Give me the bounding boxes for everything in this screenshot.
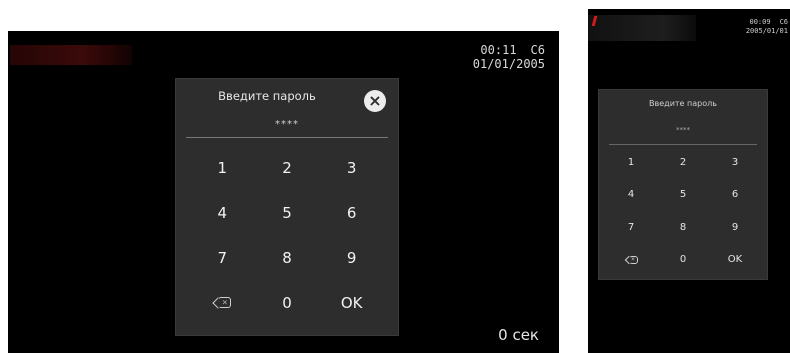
dvr-screen-small: 00:09 C6 2005/01/01 Введите пароль **** 1… — [588, 9, 790, 353]
key-4[interactable]: 4 — [190, 190, 255, 235]
numeric-keypad: 1 2 3 4 5 6 7 8 9 × 0 OK — [605, 146, 761, 276]
key-6[interactable]: 6 — [709, 179, 761, 212]
channel-readout: C6 — [779, 18, 788, 26]
key-8[interactable]: 8 — [255, 235, 320, 280]
logo-banner — [10, 45, 132, 65]
status-overlay: 00:11 C6 01/01/2005 — [466, 43, 545, 71]
key-8[interactable]: 8 — [657, 211, 709, 244]
key-5[interactable]: 5 — [657, 179, 709, 212]
date-readout: 01/01/2005 — [472, 57, 545, 71]
backspace-button[interactable]: × — [190, 280, 255, 325]
status-overlay: 00:09 C6 2005/01/01 — [740, 18, 788, 36]
dvr-screen-large: 00:11 C6 01/01/2005 Введите пароль × ****… — [8, 31, 559, 353]
logo-banner — [588, 15, 696, 41]
password-field[interactable]: **** — [176, 119, 398, 130]
key-9[interactable]: 9 — [319, 235, 384, 280]
key-3[interactable]: 3 — [319, 145, 384, 190]
password-dialog: Введите пароль **** 1 2 3 4 5 6 7 8 9 × … — [598, 89, 768, 280]
key-2[interactable]: 2 — [255, 145, 320, 190]
backspace-button[interactable]: × — [605, 244, 657, 277]
date-readout: 2005/01/01 — [745, 27, 788, 35]
key-5[interactable]: 5 — [255, 190, 320, 235]
close-icon[interactable]: × — [364, 90, 386, 112]
key-2[interactable]: 2 — [657, 146, 709, 179]
backspace-icon: × — [628, 255, 638, 264]
key-4[interactable]: 4 — [605, 179, 657, 212]
key-6[interactable]: 6 — [319, 190, 384, 235]
dialog-title: Введите пароль — [218, 89, 316, 103]
key-7[interactable]: 7 — [190, 235, 255, 280]
ok-button[interactable]: OK — [709, 244, 761, 277]
countdown-label: 0 сек — [498, 326, 539, 344]
key-1[interactable]: 1 — [190, 145, 255, 190]
ok-button[interactable]: OK — [319, 280, 384, 325]
key-1[interactable]: 1 — [605, 146, 657, 179]
key-3[interactable]: 3 — [709, 146, 761, 179]
channel-readout: C6 — [530, 43, 545, 57]
password-dialog: Введите пароль × **** 1 2 3 4 5 6 7 8 9 … — [175, 78, 399, 336]
divider — [609, 144, 757, 145]
password-field[interactable]: **** — [599, 126, 767, 134]
time-readout: 00:09 — [749, 18, 771, 26]
dialog-title: Введите пароль — [649, 99, 717, 108]
backspace-icon: × — [218, 297, 232, 308]
key-7[interactable]: 7 — [605, 211, 657, 244]
key-0[interactable]: 0 — [255, 280, 320, 325]
numeric-keypad: 1 2 3 4 5 6 7 8 9 × 0 OK — [190, 145, 384, 325]
time-readout: 00:11 — [480, 43, 517, 57]
key-9[interactable]: 9 — [709, 211, 761, 244]
key-0[interactable]: 0 — [657, 244, 709, 277]
divider — [186, 137, 388, 138]
